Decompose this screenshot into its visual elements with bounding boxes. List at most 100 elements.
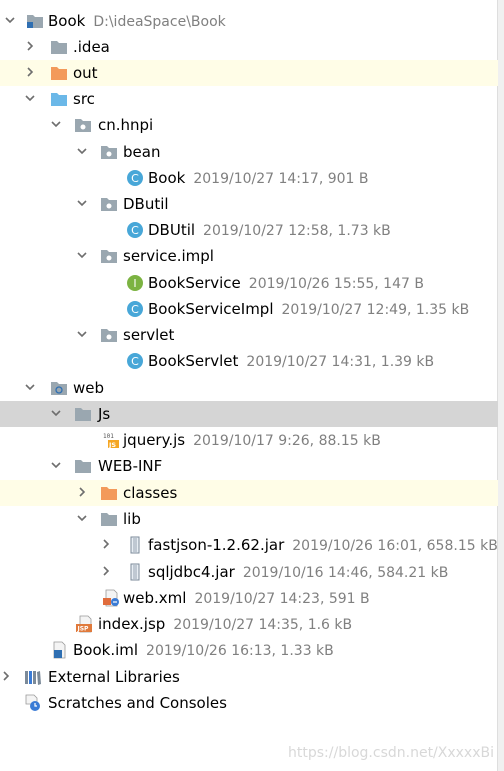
- chevron-right-icon[interactable]: [100, 565, 112, 577]
- folder-label: web: [73, 379, 105, 397]
- excluded-folder-icon: [100, 484, 118, 502]
- project-path: D:\ideaSpace\Book: [93, 14, 226, 30]
- file-name: DBUtil: [148, 221, 196, 239]
- package-icon: [100, 195, 118, 213]
- tree-row-cn-hnpi[interactable]: cn.hnpi: [0, 112, 498, 138]
- tree-row-dbutil-class[interactable]: C DBUtil 2019/10/27 12:58, 1.73 kB: [0, 217, 498, 243]
- package-icon: [74, 116, 92, 134]
- tree-row-servlet-pkg[interactable]: servlet: [0, 322, 498, 348]
- tree-row-bookservice[interactable]: I BookService 2019/10/26 15:55, 147 B: [0, 270, 498, 296]
- chevron-right-icon[interactable]: [0, 670, 12, 682]
- chevron-down-icon[interactable]: [76, 249, 88, 261]
- svg-text:C: C: [131, 224, 139, 237]
- folder-icon: [74, 457, 92, 475]
- file-name: fastjson-1.2.62.jar: [148, 536, 285, 554]
- tree-row-webxml[interactable]: web.xml 2019/10/27 14:23, 591 B: [0, 585, 498, 611]
- tree-row-lib[interactable]: lib: [0, 506, 498, 532]
- tree-row-bookservlet[interactable]: C BookServlet 2019/10/27 14:31, 1.39 kB: [0, 348, 498, 374]
- file-name: BookService: [148, 274, 241, 292]
- tree-row-service-impl[interactable]: service.impl: [0, 243, 498, 269]
- file-name: BookServiceImpl: [148, 300, 274, 318]
- svg-text:I: I: [133, 277, 136, 290]
- tree-row-indexjsp[interactable]: JSP index.jsp 2019/10/27 14:35, 1.6 kB: [0, 611, 498, 637]
- chevron-right-icon[interactable]: [76, 486, 88, 498]
- tree-row-jquery[interactable]: 101 JS jquery.js 2019/10/17 9:26, 88.15 kB: [0, 427, 498, 453]
- file-meta: 2019/10/27 12:49, 1.35 kB: [281, 302, 470, 318]
- tree-row-src[interactable]: src: [0, 86, 498, 112]
- package-icon: [100, 143, 118, 161]
- watermark: https://blog.csdn.net/XxxxxBi: [288, 745, 494, 761]
- svg-text:101: 101: [103, 433, 114, 440]
- chevron-down-icon[interactable]: [50, 407, 62, 419]
- tree-row-dbutil-pkg[interactable]: DButil: [0, 191, 498, 217]
- package-label: cn.hnpi: [98, 116, 154, 134]
- tree-row-idea[interactable]: .idea: [0, 34, 498, 60]
- file-name: jquery.js: [123, 431, 186, 449]
- chevron-right-icon[interactable]: [24, 66, 36, 78]
- module-folder-icon: [26, 12, 44, 30]
- file-name: web.xml: [123, 589, 187, 607]
- file-name: Book.iml: [73, 641, 139, 659]
- tree-row-root[interactable]: Book D:\ideaSpace\Book: [0, 8, 498, 34]
- java-class-icon: C: [126, 300, 144, 318]
- tree-row-webinf[interactable]: WEB-INF: [0, 453, 498, 479]
- folder-icon: [50, 38, 68, 56]
- tree-row-classes[interactable]: classes: [0, 480, 498, 506]
- excluded-folder-icon: [50, 64, 68, 82]
- chevron-down-icon[interactable]: [24, 92, 36, 104]
- java-class-icon: C: [126, 221, 144, 239]
- package-icon: [100, 247, 118, 265]
- jar-icon: [126, 563, 144, 581]
- file-name: index.jsp: [98, 615, 166, 633]
- jsp-file-icon: JSP: [76, 615, 94, 633]
- folder-icon: [100, 510, 118, 528]
- file-meta: 2019/10/27 12:58, 1.73 kB: [203, 223, 391, 239]
- file-meta: 2019/10/26 15:55, 147 B: [248, 276, 424, 292]
- tree-row-bookiml[interactable]: Book.iml 2019/10/26 16:13, 1.33 kB: [0, 637, 498, 663]
- tree-row-scratches[interactable]: Scratches and Consoles: [0, 690, 498, 716]
- chevron-down-icon[interactable]: [50, 459, 62, 471]
- tree-row-bean[interactable]: bean: [0, 139, 498, 165]
- folder-label: lib: [123, 510, 141, 528]
- file-name: BookServlet: [148, 352, 239, 370]
- package-label: servlet: [123, 326, 175, 344]
- chevron-down-icon[interactable]: [50, 118, 62, 130]
- java-class-icon: C: [126, 169, 144, 187]
- tree-row-book-class[interactable]: C Book 2019/10/27 14:17, 901 B: [0, 165, 498, 191]
- chevron-down-icon[interactable]: [4, 14, 16, 26]
- svg-text:JS: JS: [108, 441, 116, 449]
- folder-label: out: [73, 64, 98, 82]
- web-folder-icon: [50, 379, 68, 397]
- chevron-down-icon[interactable]: [24, 381, 36, 393]
- package-label: service.impl: [123, 247, 214, 265]
- svg-text:C: C: [131, 355, 139, 368]
- svg-text:C: C: [131, 303, 139, 316]
- chevron-right-icon[interactable]: [24, 40, 36, 52]
- tree-row-external-libraries[interactable]: External Libraries: [0, 664, 498, 690]
- chevron-down-icon[interactable]: [76, 197, 88, 209]
- tree-row-out[interactable]: out: [0, 60, 498, 86]
- svg-text:JSP: JSP: [77, 626, 90, 633]
- folder-label: WEB-INF: [98, 457, 163, 475]
- chevron-down-icon[interactable]: [76, 145, 88, 157]
- folder-label: .idea: [73, 38, 110, 56]
- chevron-down-icon[interactable]: [76, 512, 88, 524]
- file-meta: 2019/10/26 16:01, 658.15 kB: [292, 538, 498, 554]
- js-file-icon: 101 JS: [102, 431, 120, 449]
- tree-row-bookserviceimpl[interactable]: C BookServiceImpl 2019/10/27 12:49, 1.35 …: [0, 296, 498, 322]
- tree-row-js[interactable]: Js: [0, 401, 498, 427]
- svg-text:C: C: [131, 172, 139, 185]
- package-label: DButil: [123, 195, 169, 213]
- chevron-right-icon[interactable]: [100, 538, 112, 550]
- tree-row-web[interactable]: web: [0, 375, 498, 401]
- file-name: sqljdbc4.jar: [148, 563, 235, 581]
- chevron-down-icon[interactable]: [76, 328, 88, 340]
- file-meta: 2019/10/17 9:26, 88.15 kB: [193, 433, 381, 449]
- tree-row-sqljdbc[interactable]: sqljdbc4.jar 2019/10/16 14:46, 584.21 kB: [0, 559, 498, 585]
- file-meta: 2019/10/27 14:23, 591 B: [194, 591, 370, 607]
- scrollbar-track[interactable]: [497, 0, 504, 771]
- tree-row-fastjson[interactable]: fastjson-1.2.62.jar 2019/10/26 16:01, 658…: [0, 532, 498, 558]
- file-meta: 2019/10/16 14:46, 584.21 kB: [242, 565, 449, 581]
- folder-label: classes: [123, 484, 178, 502]
- iml-file-icon: [50, 641, 68, 659]
